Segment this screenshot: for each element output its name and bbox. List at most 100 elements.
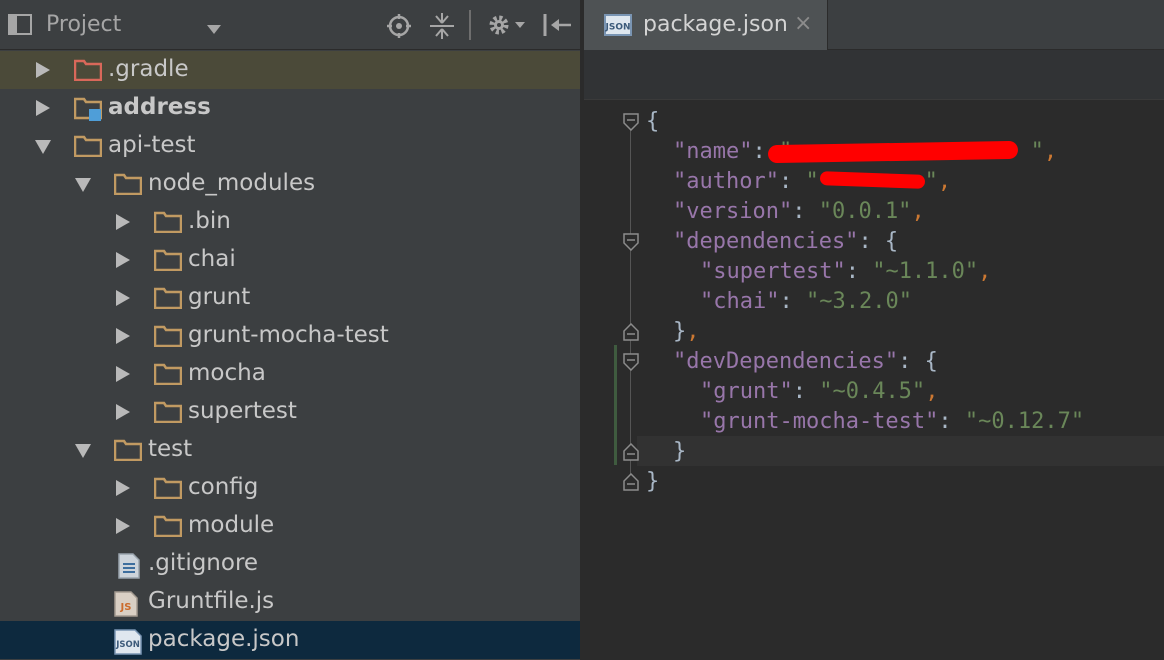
gear-icon[interactable] [487,13,527,41]
json-punctuation: : [792,379,806,404]
text-file-icon [118,553,140,583]
tree-row-mocha[interactable]: mocha [0,355,580,393]
project-view-icon[interactable] [8,14,34,40]
expanded-arrow-icon[interactable] [75,178,91,192]
code-line[interactable]: { [646,107,659,137]
collapsed-arrow-icon[interactable] [116,290,130,306]
collapse-all-icon[interactable] [430,13,454,43]
tree-item-label: node_modules [148,170,316,196]
tree-item-label: mocha [188,360,266,386]
collapsed-arrow-icon[interactable] [116,252,130,268]
json-file-icon: JSON [604,14,632,40]
project-panel-header: Project [0,0,580,50]
expanded-arrow-icon[interactable] [75,444,91,458]
json-punctuation: , [937,169,952,194]
collapsed-arrow-icon[interactable] [116,480,130,496]
json-key: "grunt-mocha-test" [700,409,939,434]
json-punctuation: : [938,409,952,434]
chevron-down-icon[interactable] [207,20,221,39]
tree-item-label: config [188,474,259,500]
tree-row-gitignore[interactable]: .gitignore [0,545,580,583]
json-key: "version" [673,199,793,224]
json-punctuation: : [752,139,766,164]
code-line[interactable]: "grunt": "~0.4.5", [700,377,938,407]
json-key: "name" [673,139,753,164]
code-line[interactable]: } [646,467,659,497]
collapsed-arrow-icon[interactable] [116,404,130,420]
collapsed-arrow-icon[interactable] [116,366,130,382]
vcs-change-marker[interactable] [614,345,617,465]
json-key: "supertest" [700,259,846,284]
tree-item-label: test [148,436,193,462]
tab-package-json[interactable]: JSON package.json × [584,0,828,50]
json-punctuation: , [1043,139,1058,164]
tree-item-label: .gradle [108,56,189,82]
json-string: "0.0.1" [805,199,912,224]
folder-icon [113,173,143,199]
collapsed-arrow-icon[interactable] [116,328,130,344]
tree-row-api-test[interactable]: api-test [0,127,580,165]
tree-row-package-json[interactable]: JSON package.json [0,621,580,659]
code-line[interactable]: } [673,437,686,467]
collapsed-arrow-icon[interactable] [36,62,50,78]
tree-row-bin[interactable]: .bin [0,203,580,241]
tree-row-test[interactable]: test [0,431,580,469]
code-line[interactable]: "devDependencies": { [673,347,938,377]
locate-file-icon[interactable] [387,14,411,42]
folder-icon [153,325,183,351]
json-file-icon: JSON [114,629,142,659]
expanded-arrow-icon[interactable] [35,140,51,154]
fold-marker-icon[interactable] [623,472,639,495]
editor-breadcrumb-bar [584,50,1164,100]
json-punctuation: : [845,259,859,284]
svg-text:JSON: JSON [115,640,140,650]
json-punctuation: } [673,439,687,464]
fold-marker-icon[interactable] [623,353,639,375]
fold-marker-icon[interactable] [623,113,639,135]
js-file-icon: JS [114,591,138,621]
tree-row-supertest[interactable]: supertest [0,393,580,431]
code-line[interactable]: "version": "0.0.1", [673,197,925,227]
fold-marker-icon[interactable] [623,233,639,255]
svg-text:JS: JS [120,602,132,613]
json-key: "devDependencies" [673,349,899,374]
json-punctuation: : { [898,349,938,374]
json-key: "chai" [700,289,780,314]
tree-item-label: chai [188,246,236,272]
tree-item-label: grunt-mocha-test [188,322,389,348]
close-icon[interactable]: × [794,11,812,36]
tree-row-module[interactable]: module [0,507,580,545]
tree-row-chai[interactable]: chai [0,241,580,279]
tree-row-config[interactable]: config [0,469,580,507]
gutter-line [630,118,631,486]
tree-row-address[interactable]: address [0,89,580,127]
tree-item-label: api-test [108,132,196,158]
fold-marker-icon[interactable] [623,442,639,465]
hide-panel-icon[interactable] [543,14,571,40]
code-line[interactable]: }, [673,317,700,347]
json-punctuation: } [646,469,660,494]
project-panel-title[interactable]: Project [46,12,121,37]
tree-row-node-modules[interactable]: node_modules [0,165,580,203]
tree-row-grunt[interactable]: grunt [0,279,580,317]
json-key: "author" [673,169,779,194]
code-line[interactable]: "chai": "~3.2.0" [700,287,912,317]
json-string: "~3.2.0" [792,289,912,314]
code-line[interactable]: "supertest": "~1.1.0", [700,257,991,287]
code-line[interactable]: "grunt-mocha-test": "~0.12.7" [700,407,1084,437]
svg-text:JSON: JSON [604,23,630,33]
tree-row-gruntfile-js[interactable]: JS Gruntfile.js [0,583,580,621]
code-line[interactable]: "dependencies": { [673,227,898,257]
tree-item-label: supertest [188,398,297,424]
json-punctuation: : [779,289,793,314]
folder-icon [153,287,183,313]
project-panel: Project .gradle address api-test node_mo… [0,0,580,660]
tree-row-grunt-mocha-test[interactable]: grunt-mocha-test [0,317,580,355]
json-punctuation: : [792,199,806,224]
fold-marker-icon[interactable] [623,322,639,345]
collapsed-arrow-icon[interactable] [116,214,130,230]
tree-row-gradle[interactable]: .gradle [0,51,580,89]
tree-item-label: package.json [148,626,300,652]
collapsed-arrow-icon[interactable] [36,100,50,116]
collapsed-arrow-icon[interactable] [116,518,130,534]
